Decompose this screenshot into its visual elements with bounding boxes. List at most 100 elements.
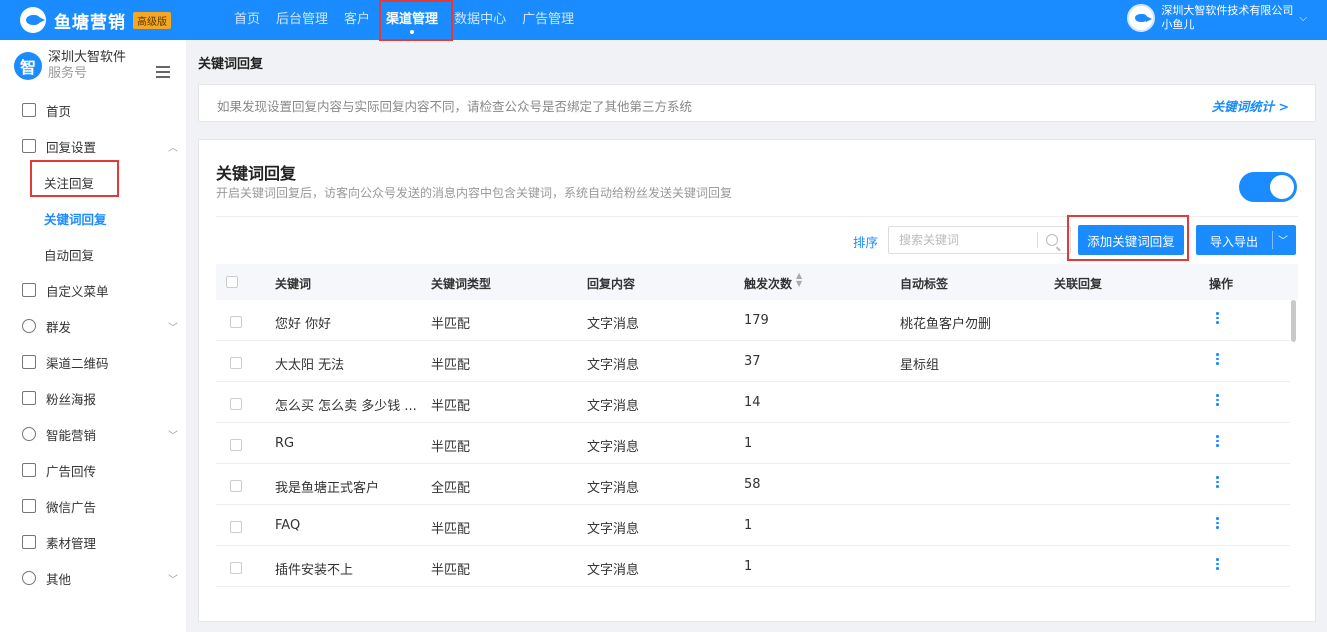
enable-toggle[interactable]: [1239, 172, 1297, 202]
table-row: 怎么买 怎么卖 多少钱 ... 半匹配 文字消息 14: [216, 382, 1290, 423]
cell-type: 半匹配: [431, 440, 471, 455]
nav-backend[interactable]: 后台管理: [268, 0, 336, 40]
sort-button[interactable]: 排序: [853, 232, 878, 251]
cell-type: 半匹配: [431, 358, 471, 373]
cell-type: 半匹配: [431, 317, 471, 332]
nav-data-center[interactable]: 数据中心: [446, 0, 514, 40]
cell-keyword: RG: [275, 436, 295, 451]
col-keyword-type: 关键词类型: [431, 277, 492, 291]
keyword-stats-link[interactable]: 关键词统计 >: [1212, 96, 1289, 115]
more-icon[interactable]: [1216, 312, 1220, 326]
cell-type: 全匹配: [431, 481, 471, 496]
top-bar: 鱼塘营销 高级版 首页 后台管理 客户 渠道管理 数据中心 广告管理 深圳大智软…: [0, 0, 1327, 40]
col-auto-tag: 自动标签: [900, 277, 949, 291]
sidebar-item-label: 回复设置: [46, 139, 97, 155]
user-menu[interactable]: 深圳大智软件技术有限公司 小鱼儿 ⌵: [1127, 4, 1307, 32]
sidebar-item-broadcast[interactable]: 群发 ﹀: [0, 308, 186, 344]
sidebar-item-custom-menu[interactable]: 自定义菜单: [0, 272, 186, 308]
sidebar-item-poster[interactable]: 粉丝海报: [0, 380, 186, 416]
sidebar-item-label: 广告回传: [46, 463, 97, 479]
cell-keyword: 您好 你好: [275, 317, 332, 332]
chevron-down-icon: ⌵: [1299, 12, 1307, 24]
cell-count: 179: [744, 313, 769, 328]
col-keyword: 关键词: [275, 277, 312, 291]
bulb-icon: [22, 427, 36, 441]
notice-bar: 如果发现设置回复内容与实际回复内容不同，请检查公众号是否绑定了其他第三方系统 关…: [198, 84, 1316, 122]
cell-content: 文字消息: [587, 563, 640, 578]
sidebar-item-label: 关键词回复: [44, 211, 107, 227]
account-logo: 智: [14, 52, 42, 80]
account-switcher[interactable]: 智 深圳大智软件 服务号: [14, 50, 126, 82]
avatar: [1127, 4, 1156, 32]
cell-type: 半匹配: [431, 399, 471, 414]
cell-content: 文字消息: [587, 358, 640, 373]
reply-icon: [22, 139, 36, 153]
sidebar-item-label: 渠道二维码: [46, 355, 109, 371]
sidebar-item-label: 素材管理: [46, 535, 97, 551]
select-all-checkbox[interactable]: [226, 276, 238, 288]
table-row: 我是鱼塘正式客户 全匹配 文字消息 58: [216, 464, 1290, 505]
nav-customers[interactable]: 客户: [336, 0, 378, 40]
account-name: 深圳大智软件: [48, 50, 127, 65]
sidebar-item-keyword-reply[interactable]: 关键词回复: [0, 200, 186, 236]
sidebar-item-wechat-ad[interactable]: 微信广告: [0, 488, 186, 524]
row-checkbox[interactable]: [230, 562, 242, 574]
chevron-down-icon[interactable]: ﹀: [1278, 232, 1288, 247]
material-icon: [22, 535, 36, 549]
sidebar-item-ad-callback[interactable]: 广告回传: [0, 452, 186, 488]
sidebar-item-smart-marketing[interactable]: 智能营销 ﹀: [0, 416, 186, 452]
sidebar-item-auto-reply[interactable]: 自动回复: [0, 236, 186, 272]
table-row: 大太阳 无法 半匹配 文字消息 37 星标组: [216, 341, 1290, 382]
row-checkbox[interactable]: [230, 316, 242, 328]
nav-home[interactable]: 首页: [226, 0, 268, 40]
app-logo[interactable]: 鱼塘营销 高级版: [20, 7, 171, 33]
chevron-down-icon: ﹀: [168, 322, 178, 334]
cell-count: 37: [744, 354, 761, 369]
sidebar-item-label: 微信广告: [46, 499, 97, 515]
sidebar-item-qrcode[interactable]: 渠道二维码: [0, 344, 186, 380]
wechat-ad-icon: [22, 499, 36, 513]
hamburger-icon[interactable]: [156, 66, 170, 81]
user-info: 深圳大智软件技术有限公司 小鱼儿: [1161, 4, 1293, 32]
table-row: FAQ 半匹配 文字消息 1: [216, 505, 1290, 546]
more-icon[interactable]: [1216, 558, 1220, 572]
notice-text: 如果发现设置回复内容与实际回复内容不同，请检查公众号是否绑定了其他第三方系统: [217, 99, 693, 114]
table-scrollbar[interactable]: [1291, 300, 1296, 342]
edition-badge: 高级版: [133, 11, 171, 29]
more-icon[interactable]: [1216, 394, 1220, 408]
sort-icon[interactable]: ▲ ▼: [796, 272, 802, 288]
row-checkbox[interactable]: [230, 439, 242, 451]
sidebar-item-materials[interactable]: 素材管理: [0, 524, 186, 560]
cell-keyword: FAQ: [275, 518, 301, 533]
sidebar-item-home[interactable]: 首页: [0, 92, 186, 128]
cell-count: 58: [744, 477, 761, 492]
cell-count: 14: [744, 395, 761, 410]
settings-icon: [22, 571, 36, 585]
page-title: 关键词回复: [198, 57, 264, 72]
fish-logo-icon: [20, 7, 46, 33]
more-icon[interactable]: [1216, 435, 1220, 449]
table-row: 您好 你好 半匹配 文字消息 179 桃花鱼客户勿删: [216, 300, 1290, 341]
row-checkbox[interactable]: [230, 521, 242, 533]
search-input[interactable]: [889, 227, 1039, 253]
sidebar-item-label: 智能营销: [46, 427, 97, 443]
col-actions: 操作: [1209, 277, 1234, 291]
row-checkbox[interactable]: [230, 398, 242, 410]
more-icon[interactable]: [1216, 517, 1220, 531]
button-divider: [1272, 231, 1273, 249]
search-icon[interactable]: [1046, 234, 1058, 246]
row-checkbox[interactable]: [230, 480, 242, 492]
nav-ads[interactable]: 广告管理: [514, 0, 582, 40]
poster-icon: [22, 391, 36, 405]
sidebar-item-reply-settings[interactable]: 回复设置 ︿: [0, 128, 186, 164]
card-description: 开启关键词回复后，访客向公众号发送的消息内容中包含关键词，系统自动给粉丝发送关键…: [216, 186, 733, 200]
more-icon[interactable]: [1216, 476, 1220, 490]
sidebar-item-label: 自动回复: [44, 247, 95, 263]
more-icon[interactable]: [1216, 353, 1220, 367]
cell-content: 文字消息: [587, 522, 640, 537]
import-export-button[interactable]: 导入导出 ﹀: [1196, 225, 1296, 255]
row-checkbox[interactable]: [230, 357, 242, 369]
cell-tag: 星标组: [900, 358, 940, 373]
cell-count: 1: [744, 559, 753, 574]
sidebar-item-other[interactable]: 其他 ﹀: [0, 560, 186, 596]
